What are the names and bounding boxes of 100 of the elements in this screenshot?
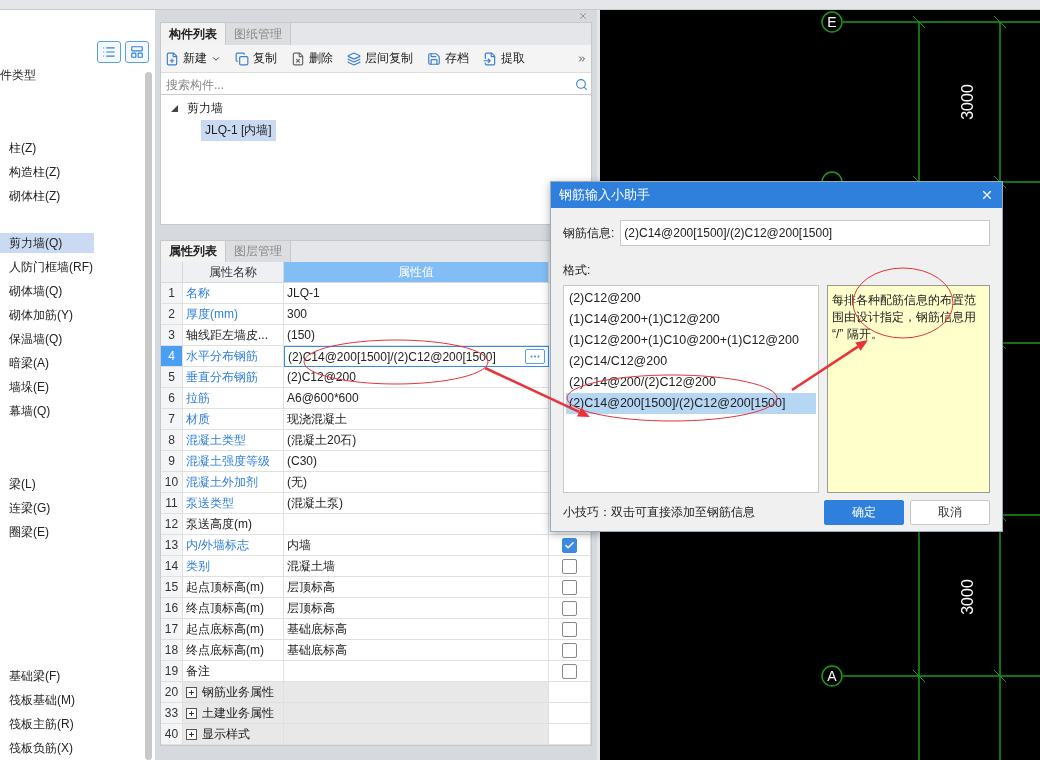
row-number[interactable]: 33 bbox=[161, 703, 183, 724]
checkbox[interactable] bbox=[562, 663, 577, 679]
sidebar-item[interactable]: 砌体柱(Z) bbox=[0, 186, 94, 206]
tree-item[interactable]: JLQ-1 [内墙] bbox=[201, 119, 276, 141]
value-input[interactable]: (2)C14@200[1500]/(2)C12@200[1500] bbox=[284, 346, 549, 367]
property-name: 拉筋 bbox=[183, 388, 284, 409]
value-text: 基础底标高 bbox=[287, 641, 347, 659]
sidebar-item[interactable]: 连梁(G) bbox=[0, 498, 94, 518]
row-number[interactable]: 3 bbox=[161, 325, 183, 346]
expand-icon[interactable] bbox=[186, 707, 197, 719]
checkbox[interactable] bbox=[562, 558, 577, 574]
row-number[interactable]: 10 bbox=[161, 472, 183, 493]
value-text: 基础底标高 bbox=[287, 620, 347, 638]
sidebar-item[interactable]: 柱(Z) bbox=[0, 138, 94, 158]
sidebar-item[interactable]: 剪力墙(Q) bbox=[0, 233, 94, 253]
row-number[interactable]: 5 bbox=[161, 367, 183, 388]
toolbar-button[interactable]: 删除 bbox=[291, 50, 333, 67]
ok-button[interactable]: 确定 bbox=[824, 500, 904, 525]
row-number[interactable]: 7 bbox=[161, 409, 183, 430]
toolbar-button[interactable]: 存档 bbox=[427, 50, 469, 67]
panel-view-button[interactable] bbox=[125, 41, 149, 63]
ellipsis-icon bbox=[530, 355, 540, 358]
format-item[interactable]: (2)C14/C12@200 bbox=[566, 351, 816, 372]
toolbar-button[interactable]: 提取 bbox=[483, 50, 525, 67]
row-number[interactable]: 16 bbox=[161, 598, 183, 619]
value-text: (2)C14@200[1500]/(2)C12@200[1500] bbox=[288, 349, 496, 364]
row-number[interactable]: 1 bbox=[161, 283, 183, 304]
sidebar-item[interactable]: 幕墙(Q) bbox=[0, 401, 94, 421]
save-icon bbox=[427, 51, 441, 66]
row-number[interactable]: 12 bbox=[161, 514, 183, 535]
sidebar-item[interactable]: 砌体墙(Q) bbox=[0, 281, 94, 301]
expand-icon[interactable] bbox=[186, 728, 197, 740]
value-text: (150) bbox=[287, 328, 315, 342]
value-text: 300 bbox=[287, 307, 308, 321]
panel-tab[interactable]: 属性列表 bbox=[161, 241, 226, 262]
group-name: 土建业务属性 bbox=[202, 704, 274, 722]
checkbox[interactable] bbox=[562, 537, 577, 553]
sidebar-item[interactable]: 暗梁(A) bbox=[0, 353, 94, 373]
property-name: 厚度(mm) bbox=[183, 304, 284, 325]
more-icon[interactable] bbox=[577, 53, 587, 64]
format-item[interactable]: (1)C14@200+(1)C12@200 bbox=[566, 309, 816, 330]
format-item[interactable]: (2)C12@200 bbox=[566, 288, 816, 309]
property-name: 起点顶标高(m) bbox=[183, 577, 284, 598]
row-number[interactable]: 18 bbox=[161, 640, 183, 661]
file-import-icon bbox=[483, 51, 497, 66]
format-item[interactable]: (1)C12@200+(1)C10@200+(1)C12@200 bbox=[566, 330, 816, 351]
row-number[interactable]: 17 bbox=[161, 619, 183, 640]
check-icon bbox=[564, 539, 575, 551]
row-number[interactable]: 11 bbox=[161, 493, 183, 514]
row-number[interactable]: 13 bbox=[161, 535, 183, 556]
search-field[interactable]: 搜索构件... bbox=[164, 76, 575, 93]
input-field[interactable]: (2)C14@200[1500]/(2)C12@200[1500] bbox=[620, 220, 990, 246]
checkbox[interactable] bbox=[562, 579, 577, 595]
row-number[interactable]: 40 bbox=[161, 724, 183, 745]
row-number[interactable]: 19 bbox=[161, 661, 183, 682]
row-number[interactable]: 8 bbox=[161, 430, 183, 451]
sidebar-item[interactable]: 基础梁(F) bbox=[0, 666, 94, 686]
row-number[interactable]: 15 bbox=[161, 577, 183, 598]
field-label: 格式: bbox=[563, 262, 592, 279]
sidebar-item[interactable]: 人防门框墙(RF) bbox=[0, 257, 94, 277]
value-text: 现浇混凝土 bbox=[287, 410, 347, 428]
row-number[interactable]: 6 bbox=[161, 388, 183, 409]
list-view-button[interactable] bbox=[97, 41, 121, 63]
sidebar-item[interactable]: 梁(L) bbox=[0, 474, 94, 494]
expand-toggle-icon[interactable] bbox=[171, 104, 178, 112]
row-number[interactable]: 14 bbox=[161, 556, 183, 577]
toolbar-button[interactable]: 层间复制 bbox=[347, 50, 413, 67]
sidebar-item[interactable]: 墙垛(E) bbox=[0, 377, 94, 397]
panel-tab[interactable]: 构件列表 bbox=[161, 23, 226, 45]
column-header[interactable]: 属性名称 bbox=[183, 262, 284, 283]
tree-item[interactable]: 剪力墙 bbox=[183, 97, 227, 119]
sidebar-item[interactable]: 保温墙(Q) bbox=[0, 329, 94, 349]
row-number[interactable]: 2 bbox=[161, 304, 183, 325]
toolbar-button[interactable]: 复制 bbox=[235, 50, 277, 67]
sidebar-item[interactable]: 圈梁(E) bbox=[0, 522, 94, 542]
value-text: 层顶标高 bbox=[287, 599, 335, 617]
copy-icon bbox=[235, 51, 249, 66]
toolbar-button[interactable]: 新建 bbox=[165, 50, 221, 67]
sidebar-item[interactable]: 筏板基础(M) bbox=[0, 690, 94, 710]
layers-icon bbox=[347, 51, 361, 66]
expand-icon[interactable] bbox=[186, 686, 197, 698]
close-icon[interactable] bbox=[578, 11, 588, 21]
value-text: (无) bbox=[287, 473, 307, 491]
sidebar-item[interactable]: 筏板负筋(X) bbox=[0, 738, 94, 758]
scrollbar[interactable] bbox=[145, 72, 152, 760]
note-text: 每排各种配筋信息的布置范围由设计指定，钢筋信息用 “/” 隔开。 bbox=[827, 285, 990, 493]
dimension-text: 3000 bbox=[959, 579, 976, 615]
sidebar-item[interactable]: 构造柱(Z) bbox=[0, 162, 94, 182]
checkbox[interactable] bbox=[562, 642, 577, 658]
file-x-icon bbox=[291, 51, 305, 66]
cancel-button[interactable]: 取消 bbox=[910, 500, 990, 525]
row-number[interactable]: 20 bbox=[161, 682, 183, 703]
sidebar-item[interactable]: 砌体加筋(Y) bbox=[0, 305, 94, 325]
more-button[interactable] bbox=[525, 349, 545, 364]
close-icon[interactable] bbox=[980, 188, 994, 202]
checkbox[interactable] bbox=[562, 621, 577, 637]
row-number[interactable]: 9 bbox=[161, 451, 183, 472]
checkbox[interactable] bbox=[562, 600, 577, 616]
dimension-text: 3000 bbox=[959, 84, 976, 120]
sidebar-item[interactable]: 筏板主筋(R) bbox=[0, 714, 94, 734]
